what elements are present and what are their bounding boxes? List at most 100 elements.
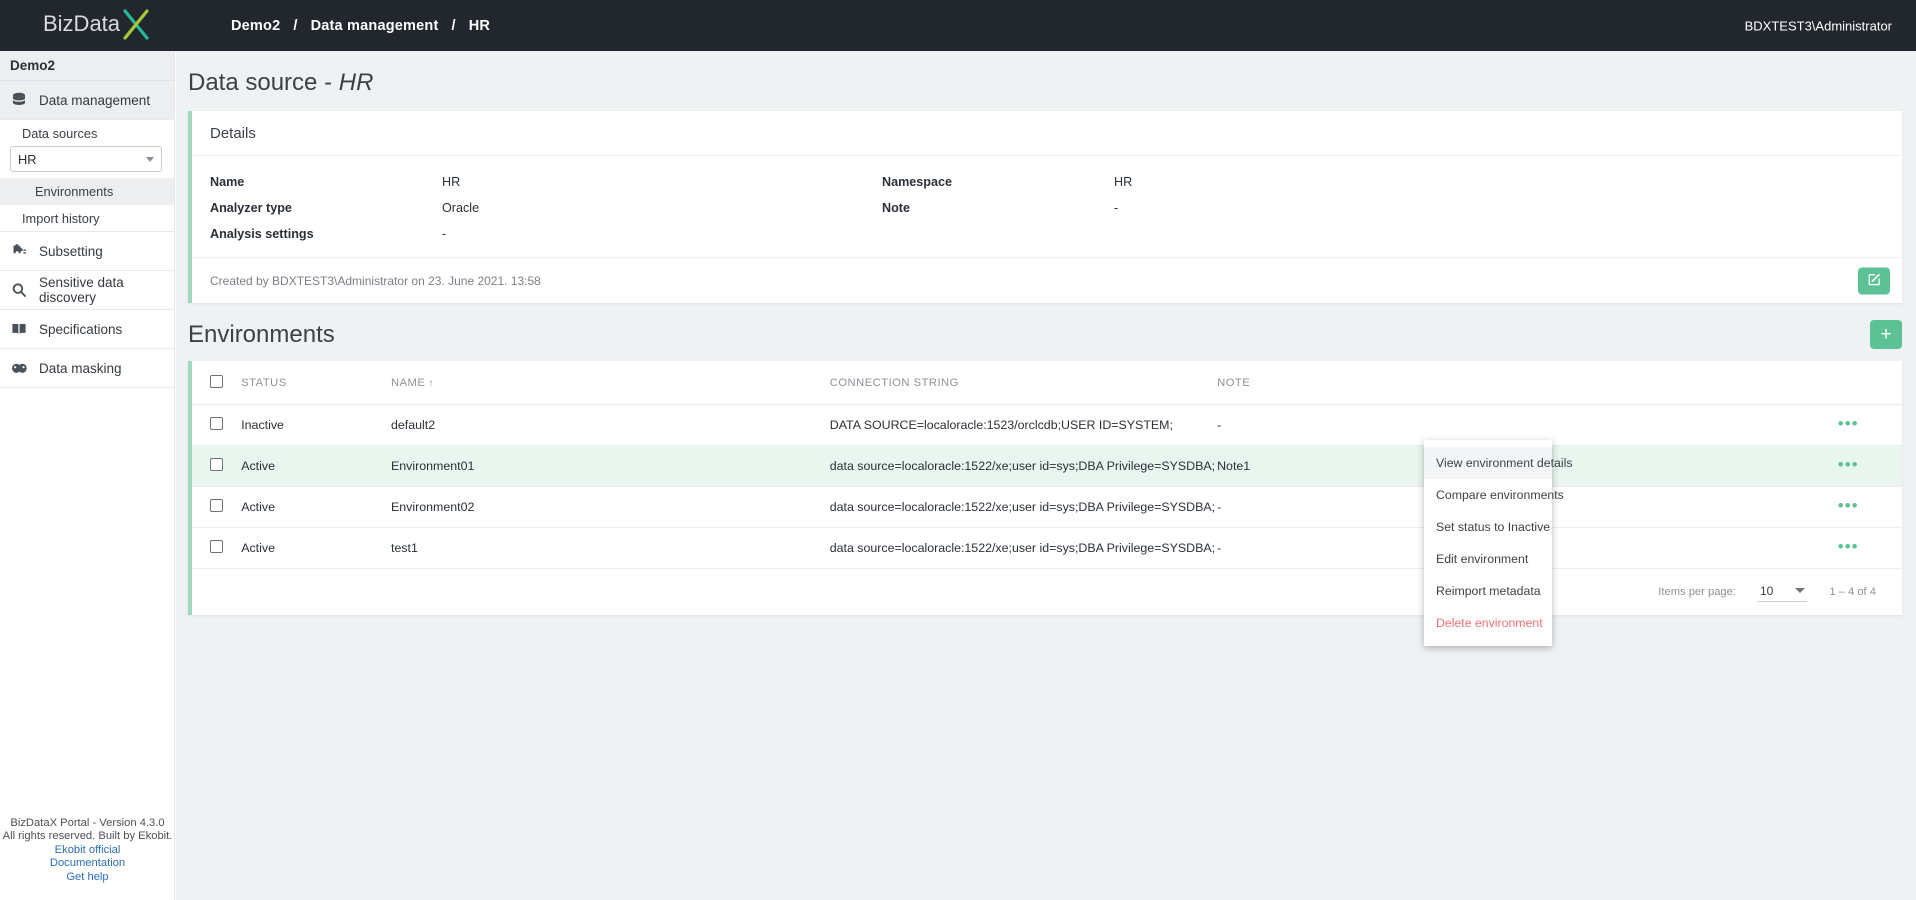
select-all-checkbox[interactable] <box>210 375 223 388</box>
sidebar-item-subsetting[interactable]: Subsetting <box>0 232 174 271</box>
row-actions-menu-button[interactable]: ••• <box>1838 537 1859 556</box>
puzzle-icon <box>10 242 28 260</box>
row-status: Active <box>241 486 392 528</box>
column-header-status[interactable]: STATUS <box>241 361 392 405</box>
top-bar: BizData Demo2 / Data management / HR BDX… <box>0 0 1916 51</box>
row-select-cell <box>192 527 242 569</box>
column-header-actions <box>1837 361 1902 405</box>
detail-label-analysis-settings: Analysis settings <box>210 227 314 241</box>
row-select-cell <box>192 404 242 446</box>
breadcrumb-item-current[interactable]: HR <box>467 18 492 34</box>
detail-spacer <box>1114 221 1902 247</box>
sidebar-item-sensitive-data-discovery[interactable]: Sensitive data discovery <box>0 271 174 310</box>
column-header-name-label: NAME <box>391 377 426 389</box>
rights-text: All rights reserved. Built by Ekobit. <box>2 830 173 842</box>
row-checkbox[interactable] <box>210 499 223 512</box>
detail-spacer <box>882 221 1114 247</box>
row-connection-string: data source=localoracle:1522/xe;user id=… <box>829 486 1218 528</box>
table-pagination: Items per page: 10 1 – 4 of 4 <box>192 569 1902 615</box>
detail-label-analyzer-type: Analyzer type <box>210 201 292 215</box>
created-by-text: Created by BDXTEST3\Administrator on 23.… <box>210 273 541 288</box>
sidebar-item-data-management[interactable]: Data management <box>0 81 174 120</box>
sidebar-item-environments[interactable]: Environments <box>0 178 174 205</box>
data-source-select[interactable]: HR <box>10 146 162 172</box>
page-title-prefix: Data source - <box>188 69 339 96</box>
menu-item-compare-environments[interactable]: Compare environments <box>1424 479 1564 511</box>
column-header-note[interactable]: NOTE <box>1217 361 1838 405</box>
breadcrumb-item-project[interactable]: Demo2 <box>229 18 282 34</box>
sidebar: Demo2 Data management Data sources HR En… <box>0 51 175 900</box>
row-checkbox[interactable] <box>210 458 223 471</box>
table-row[interactable]: Active Environment01 data source=localor… <box>192 445 1902 487</box>
breadcrumb-item-section[interactable]: Data management <box>309 18 441 34</box>
database-icon <box>10 91 28 109</box>
breadcrumb-separator: / <box>293 17 298 34</box>
menu-item-view-environment-details[interactable]: View environment details <box>1424 447 1572 479</box>
menu-item-set-status-to-inactive[interactable]: Set status to Inactive <box>1424 511 1552 543</box>
row-actions-menu-button[interactable]: ••• <box>1838 455 1859 474</box>
details-card: Details Name HR Namespace HR Analyzer ty… <box>188 111 1902 303</box>
row-checkbox[interactable] <box>210 540 223 553</box>
chevron-down-icon <box>1795 588 1806 593</box>
main-content: Data source - HR Details Name HR Namespa… <box>176 51 1916 900</box>
row-status: Inactive <box>241 404 392 446</box>
column-header-name[interactable]: NAME ↑ <box>391 361 830 405</box>
detail-label-name: Name <box>210 175 245 189</box>
pagination-range-label: 1 – 4 of 4 <box>1829 586 1876 598</box>
row-connection-string: data source=localoracle:1522/xe;user id=… <box>829 445 1218 487</box>
sidebar-item-label: Sensitive data discovery <box>39 275 124 305</box>
chevron-down-icon <box>146 156 154 162</box>
details-body: Name HR Namespace HR Analyzer type Oracl… <box>192 156 1902 257</box>
current-user-label[interactable]: BDXTEST3\Administrator <box>1745 18 1892 33</box>
menu-item-reimport-metadata[interactable]: Reimport metadata <box>1424 575 1552 607</box>
page-title-name: HR <box>338 69 374 96</box>
details-heading: Details <box>192 111 1902 156</box>
book-icon <box>10 320 28 338</box>
row-name: Environment02 <box>391 486 830 528</box>
table-row[interactable]: Active Environment02 data source=localor… <box>192 486 1902 528</box>
row-actions-menu-button[interactable]: ••• <box>1838 414 1859 433</box>
sidebar-footer: BizDataX Portal - Version 4.3.0 All righ… <box>0 817 175 885</box>
sort-ascending-icon: ↑ <box>428 378 434 389</box>
row-status: Active <box>241 527 392 569</box>
detail-value-analysis-settings: - <box>442 227 447 241</box>
menu-item-delete-environment[interactable]: Delete environment <box>1424 607 1552 639</box>
environments-card: STATUS NAME ↑ CONNECTION STRING NOTE Inac… <box>188 361 1902 615</box>
sidebar-item-specifications[interactable]: Specifications <box>0 310 174 349</box>
row-actions-cell: ••• <box>1837 486 1902 528</box>
column-header-connection-string[interactable]: CONNECTION STRING <box>829 361 1218 405</box>
row-connection-string: data source=localoracle:1522/xe;user id=… <box>829 527 1218 569</box>
environments-table: STATUS NAME ↑ CONNECTION STRING NOTE Inac… <box>192 361 1902 569</box>
link-documentation[interactable]: Documentation <box>0 857 175 871</box>
row-connection-string: DATA SOURCE=localoracle:1523/orclcdb;USE… <box>829 404 1218 446</box>
detail-label-namespace: Namespace <box>882 175 953 189</box>
row-actions-cell: ••• <box>1837 404 1902 446</box>
row-checkbox[interactable] <box>210 417 223 430</box>
table-header-row: STATUS NAME ↑ CONNECTION STRING NOTE <box>192 361 1902 405</box>
detail-label-note: Note <box>882 201 910 215</box>
table-row[interactable]: Inactive default2 DATA SOURCE=localoracl… <box>192 404 1902 446</box>
items-per-page-select[interactable]: 10 <box>1757 583 1808 602</box>
items-per-page-value: 10 <box>1759 583 1774 598</box>
detail-value-namespace: HR <box>1114 175 1133 189</box>
table-row[interactable]: Active test1 data source=localoracle:152… <box>192 527 1902 569</box>
app-logo[interactable]: BizData <box>0 0 214 51</box>
sidebar-item-data-masking[interactable]: Data masking <box>0 349 174 388</box>
row-select-cell <box>192 486 242 528</box>
masks-icon <box>10 359 28 377</box>
breadcrumb: Demo2 / Data management / HR <box>229 18 492 34</box>
sidebar-item-label: Data management <box>39 92 151 108</box>
search-icon <box>10 281 28 299</box>
environments-table-head: STATUS NAME ↑ CONNECTION STRING NOTE <box>192 361 1902 405</box>
items-per-page-label: Items per page: <box>1658 586 1736 598</box>
link-get-help[interactable]: Get help <box>0 871 175 885</box>
link-ekobit-official[interactable]: Ekobit official <box>0 844 175 858</box>
menu-item-edit-environment[interactable]: Edit environment <box>1424 543 1552 575</box>
add-environment-button[interactable]: + <box>1870 320 1902 349</box>
edit-datasource-button[interactable] <box>1858 267 1890 294</box>
sidebar-item-import-history[interactable]: Import history <box>0 205 174 232</box>
row-actions-cell: ••• <box>1837 527 1902 569</box>
page-title: Data source - HR <box>176 51 1916 111</box>
row-actions-menu-button[interactable]: ••• <box>1838 496 1859 515</box>
environments-header-row: Environments + <box>176 303 1916 361</box>
